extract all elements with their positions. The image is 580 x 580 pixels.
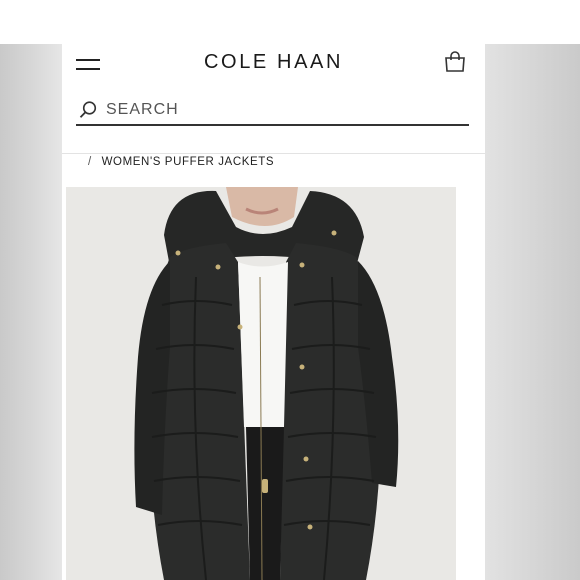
header-divider [62,153,485,154]
left-background [0,44,62,580]
breadcrumb-current[interactable]: WOMEN'S PUFFER JACKETS [102,156,275,168]
search-bar[interactable] [76,96,469,126]
site-header: COLE HAAN [62,44,485,154]
breadcrumb: / WOMEN'S PUFFER JACKETS [88,156,274,168]
right-background [485,44,580,580]
top-margin [0,0,580,44]
mobile-page: COLE HAAN / WOMEN'S PUFFER JACKETS [62,44,485,580]
breadcrumb-separator: / [88,156,92,168]
shopping-bag-icon[interactable] [443,51,467,73]
product-image[interactable] [66,187,456,580]
search-input[interactable] [106,98,456,122]
search-icon[interactable] [78,100,98,120]
brand-logo[interactable]: COLE HAAN [62,51,485,74]
